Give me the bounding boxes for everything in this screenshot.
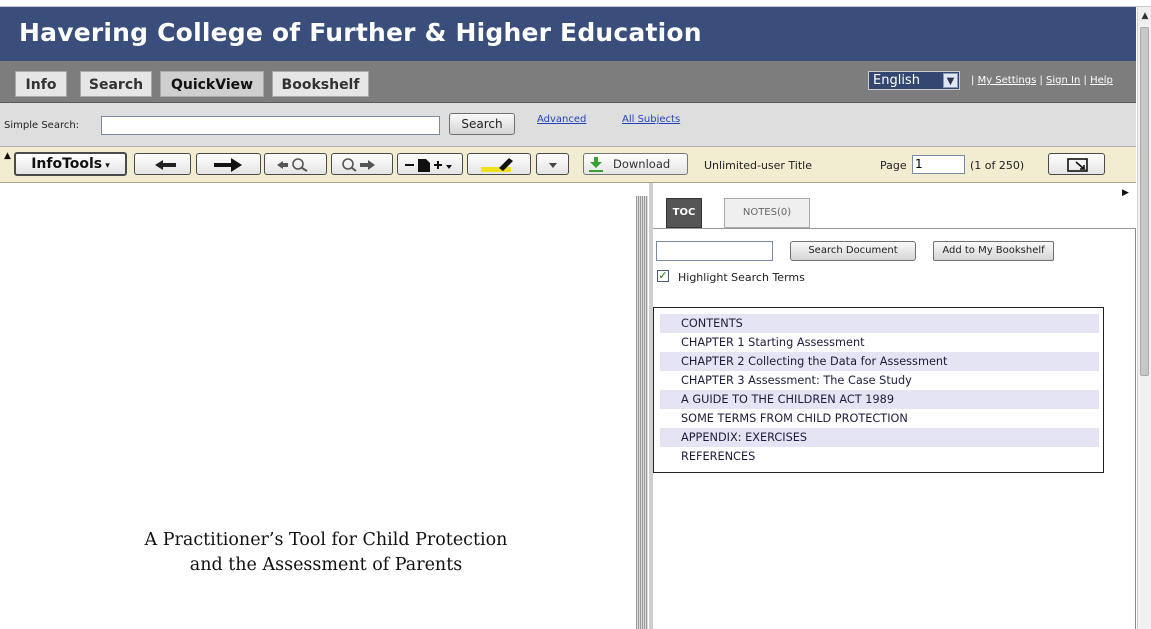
document-page[interactable]: A Practitioner’s Tool for Child Protecti… bbox=[0, 183, 633, 629]
pane-splitter[interactable] bbox=[636, 196, 648, 629]
chevron-down-icon: ▼ bbox=[943, 73, 958, 88]
tab-info[interactable]: Info bbox=[15, 71, 67, 97]
help-link[interactable]: Help bbox=[1090, 75, 1113, 86]
toc-item-chapter-3[interactable]: CHAPTER 3 Assessment: The Case Study bbox=[660, 371, 1099, 390]
simple-search-label: Simple Search: bbox=[4, 120, 80, 131]
search-back-icon bbox=[277, 158, 308, 172]
scroll-up-icon[interactable]: ▲ bbox=[1139, 8, 1151, 24]
collapse-toolbar-icon[interactable]: ▲ bbox=[4, 151, 11, 161]
tab-notes[interactable]: NOTES(0) bbox=[724, 198, 810, 228]
window-top-edge bbox=[0, 0, 1151, 7]
toc-item-appendix[interactable]: APPENDIX: EXERCISES bbox=[660, 428, 1099, 447]
tab-toc[interactable]: TOC bbox=[666, 198, 702, 228]
more-tools-button[interactable] bbox=[536, 153, 569, 175]
toc-item-references[interactable]: REFERENCES bbox=[660, 447, 1099, 466]
highlight-label: Highlight Search Terms bbox=[678, 271, 805, 284]
tab-bookshelf[interactable]: Bookshelf bbox=[272, 71, 369, 97]
page-number-input[interactable]: 1 bbox=[912, 155, 965, 174]
reader-toolbar: ▲ InfoTools ▾ Download Unlimited-user Ti… bbox=[0, 147, 1136, 183]
my-settings-link[interactable]: My Settings bbox=[978, 75, 1037, 86]
advanced-search-link[interactable]: Advanced bbox=[537, 114, 586, 125]
download-label: Download bbox=[613, 157, 671, 171]
caret-down-icon: ▾ bbox=[102, 161, 110, 171]
highlight-checkbox[interactable]: ✓ bbox=[657, 270, 669, 282]
account-links: | My Settings | Sign In | Help bbox=[971, 75, 1113, 86]
license-text: Unlimited-user Title bbox=[704, 159, 813, 172]
side-panel: TOC NOTES(0) ▶ Search Document Add to My… bbox=[653, 183, 1136, 629]
page-scrollbar[interactable]: ▲ bbox=[1137, 7, 1151, 629]
page-count: (1 of 250) bbox=[970, 159, 1025, 172]
page-add-icon bbox=[405, 159, 452, 172]
toc-item-children-act[interactable]: A GUIDE TO THE CHILDREN ACT 1989 bbox=[660, 390, 1099, 409]
book-title-line-1: A Practitioner’s Tool for Child Protecti… bbox=[144, 530, 508, 550]
tab-quickview[interactable]: QuickView bbox=[160, 71, 264, 97]
scrollbar-thumb[interactable] bbox=[1140, 27, 1149, 376]
toc-item-chapter-1[interactable]: CHAPTER 1 Starting Assessment bbox=[660, 333, 1099, 352]
add-to-bookshelf-button[interactable]: Add to My Bookshelf bbox=[933, 241, 1054, 261]
language-select[interactable]: English ▼ bbox=[868, 71, 960, 90]
all-subjects-link[interactable]: All Subjects bbox=[622, 114, 680, 125]
download-button[interactable]: Download bbox=[583, 153, 688, 175]
dropdown-icon bbox=[549, 163, 557, 168]
document-search-input[interactable] bbox=[656, 241, 773, 261]
tab-search[interactable]: Search bbox=[80, 71, 152, 97]
toc-list: CONTENTS CHAPTER 1 Starting Assessment C… bbox=[653, 307, 1104, 473]
simple-search-bar: Simple Search: Search Advanced All Subje… bbox=[0, 103, 1136, 147]
search-forward-icon bbox=[342, 158, 375, 172]
forward-arrow-icon bbox=[214, 158, 242, 172]
infotools-label: InfoTools bbox=[31, 156, 103, 172]
book-title-line-2: and the Assessment of Parents bbox=[189, 555, 463, 575]
highlighter-button[interactable] bbox=[467, 153, 531, 175]
download-icon bbox=[589, 157, 603, 172]
page-label: Page bbox=[880, 159, 907, 172]
next-page-button[interactable] bbox=[196, 153, 261, 175]
fit-page-button[interactable] bbox=[1048, 153, 1105, 175]
expand-panel-icon[interactable]: ▶ bbox=[1122, 188, 1129, 198]
language-value: English bbox=[873, 73, 920, 88]
book-title: A Practitioner’s Tool for Child Protecti… bbox=[60, 528, 592, 578]
site-header: Havering College of Further & Higher Edu… bbox=[0, 7, 1136, 61]
main-nav: Info Search QuickView Bookshelf English … bbox=[0, 61, 1136, 103]
toc-item-contents[interactable]: CONTENTS bbox=[660, 314, 1099, 333]
search-button[interactable]: Search bbox=[449, 113, 515, 135]
simple-search-input[interactable] bbox=[101, 116, 440, 135]
reader-content: A Practitioner’s Tool for Child Protecti… bbox=[0, 183, 1136, 629]
side-panel-tabs: TOC NOTES(0) ▶ bbox=[653, 183, 1136, 229]
toc-item-chapter-2[interactable]: CHAPTER 2 Collecting the Data for Assess… bbox=[660, 352, 1099, 371]
page-add-button[interactable] bbox=[397, 153, 463, 175]
search-next-button[interactable] bbox=[331, 153, 393, 175]
site-title: Havering College of Further & Higher Edu… bbox=[19, 18, 702, 47]
highlighter-icon bbox=[481, 158, 513, 172]
app-window: Havering College of Further & Higher Edu… bbox=[0, 7, 1136, 629]
search-document-button[interactable]: Search Document bbox=[790, 241, 916, 261]
search-previous-button[interactable] bbox=[264, 153, 327, 175]
back-arrow-icon bbox=[155, 160, 176, 170]
infotools-menu-button[interactable]: InfoTools ▾ bbox=[14, 152, 127, 176]
previous-page-button[interactable] bbox=[134, 153, 191, 175]
sign-in-link[interactable]: Sign In bbox=[1046, 75, 1080, 86]
toc-item-terms[interactable]: SOME TERMS FROM CHILD PROTECTION bbox=[660, 409, 1099, 428]
fit-page-icon bbox=[1067, 158, 1088, 172]
